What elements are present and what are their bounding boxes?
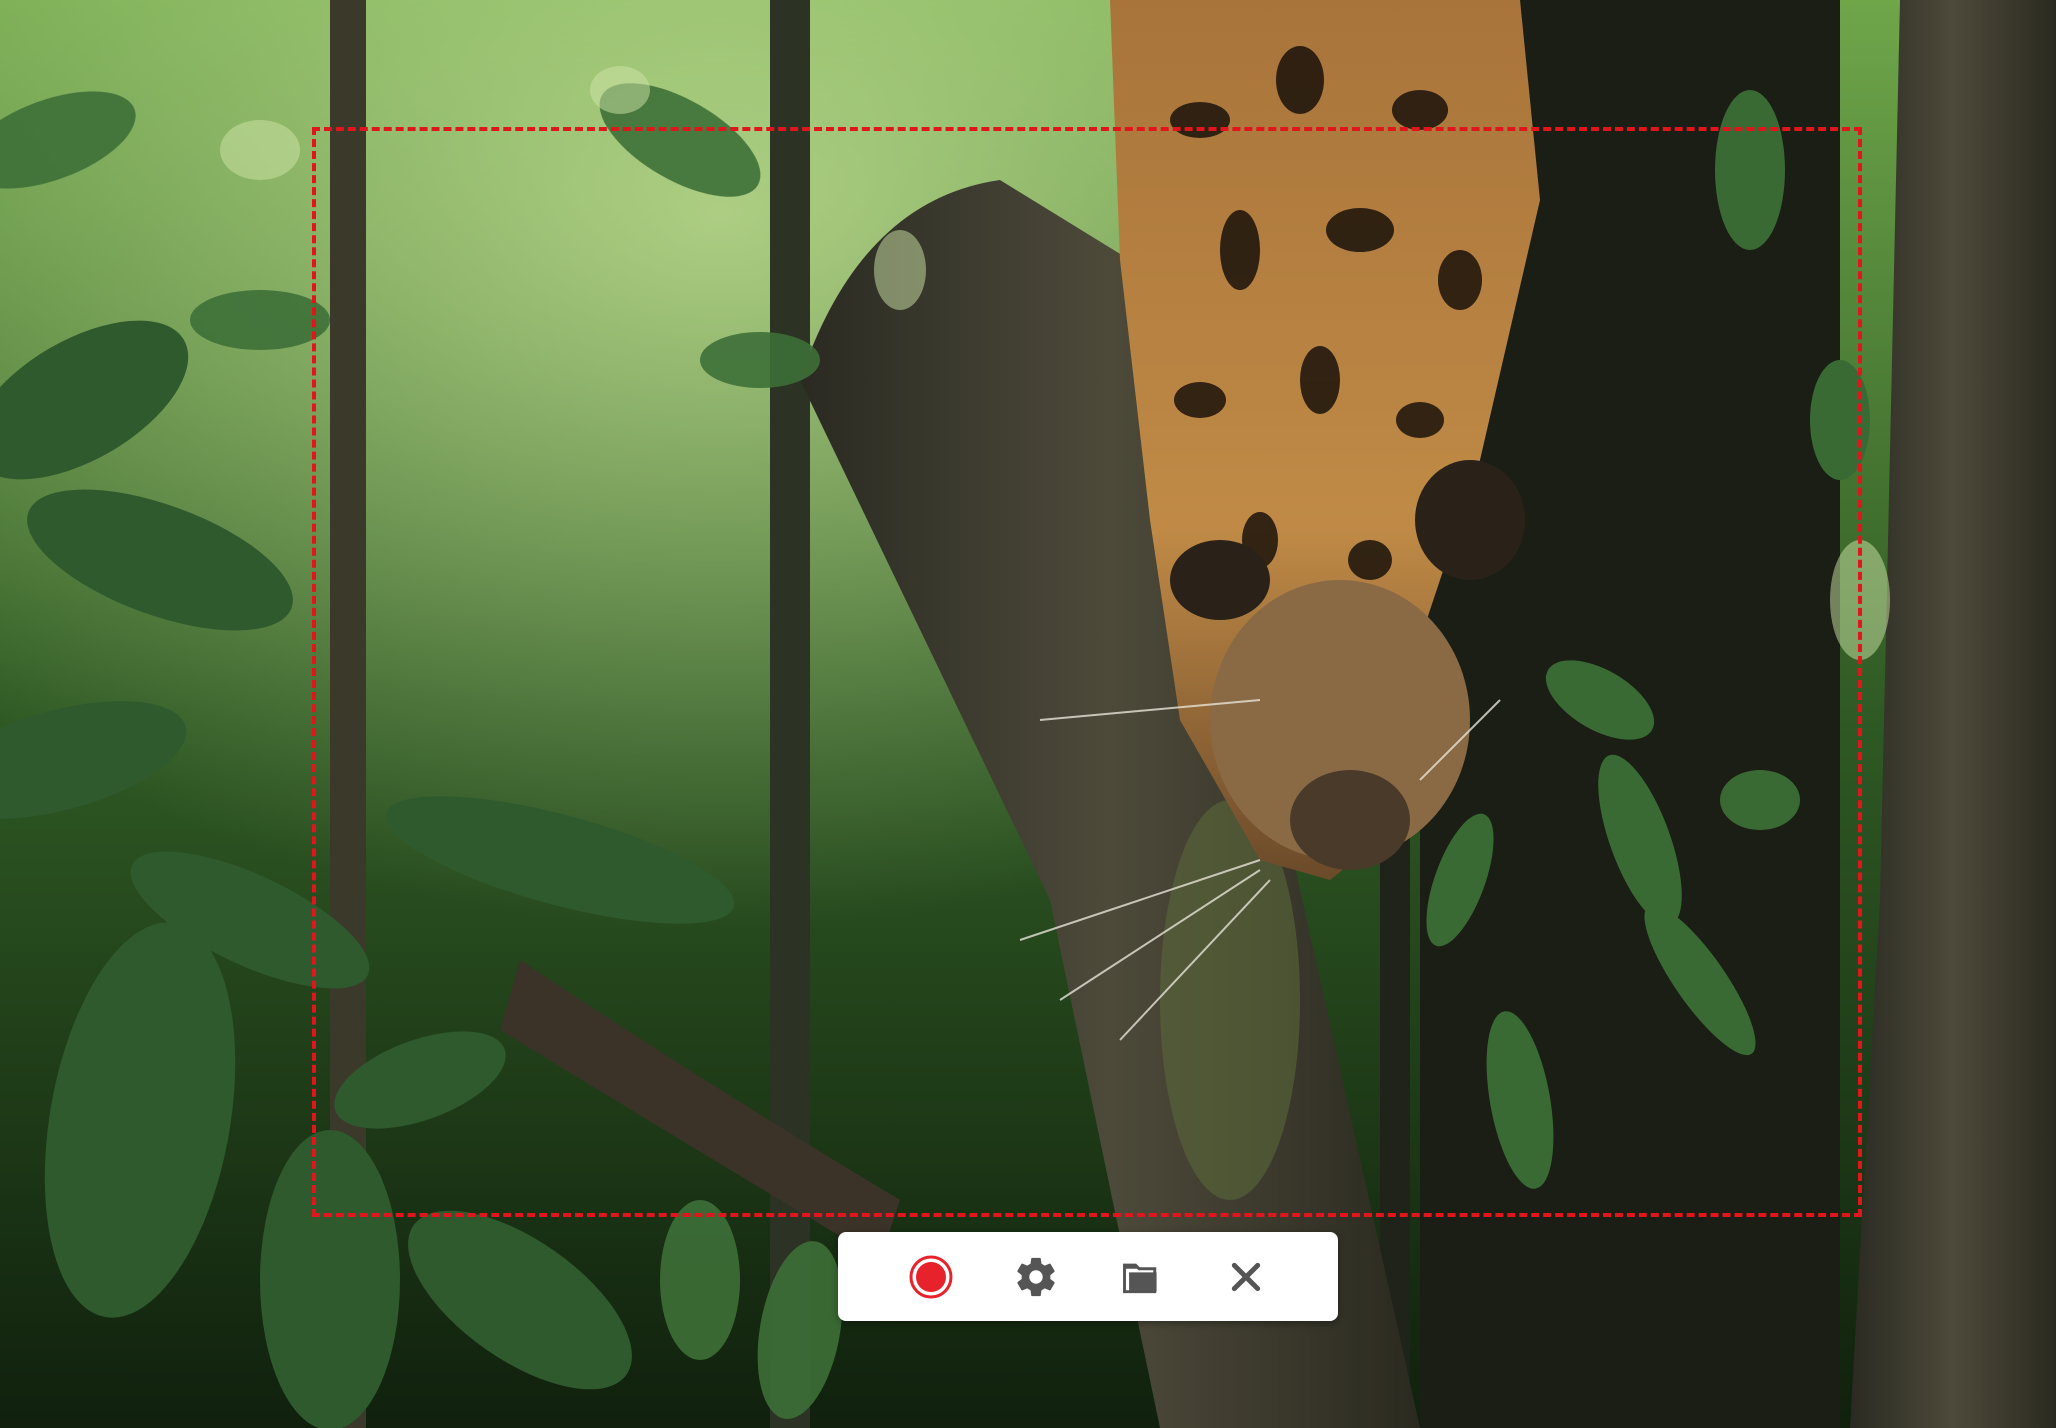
folder-icon [1119,1255,1163,1299]
capture-region-frame[interactable] [312,127,1862,1217]
settings-button[interactable] [1004,1245,1068,1309]
record-icon [907,1253,955,1301]
close-button[interactable] [1214,1245,1278,1309]
gear-icon [1013,1254,1059,1300]
recorder-toolbar [838,1232,1338,1321]
record-button[interactable] [899,1245,963,1309]
screen-recorder-overlay [0,0,2056,1428]
open-folder-button[interactable] [1109,1245,1173,1309]
close-icon [1226,1257,1266,1297]
